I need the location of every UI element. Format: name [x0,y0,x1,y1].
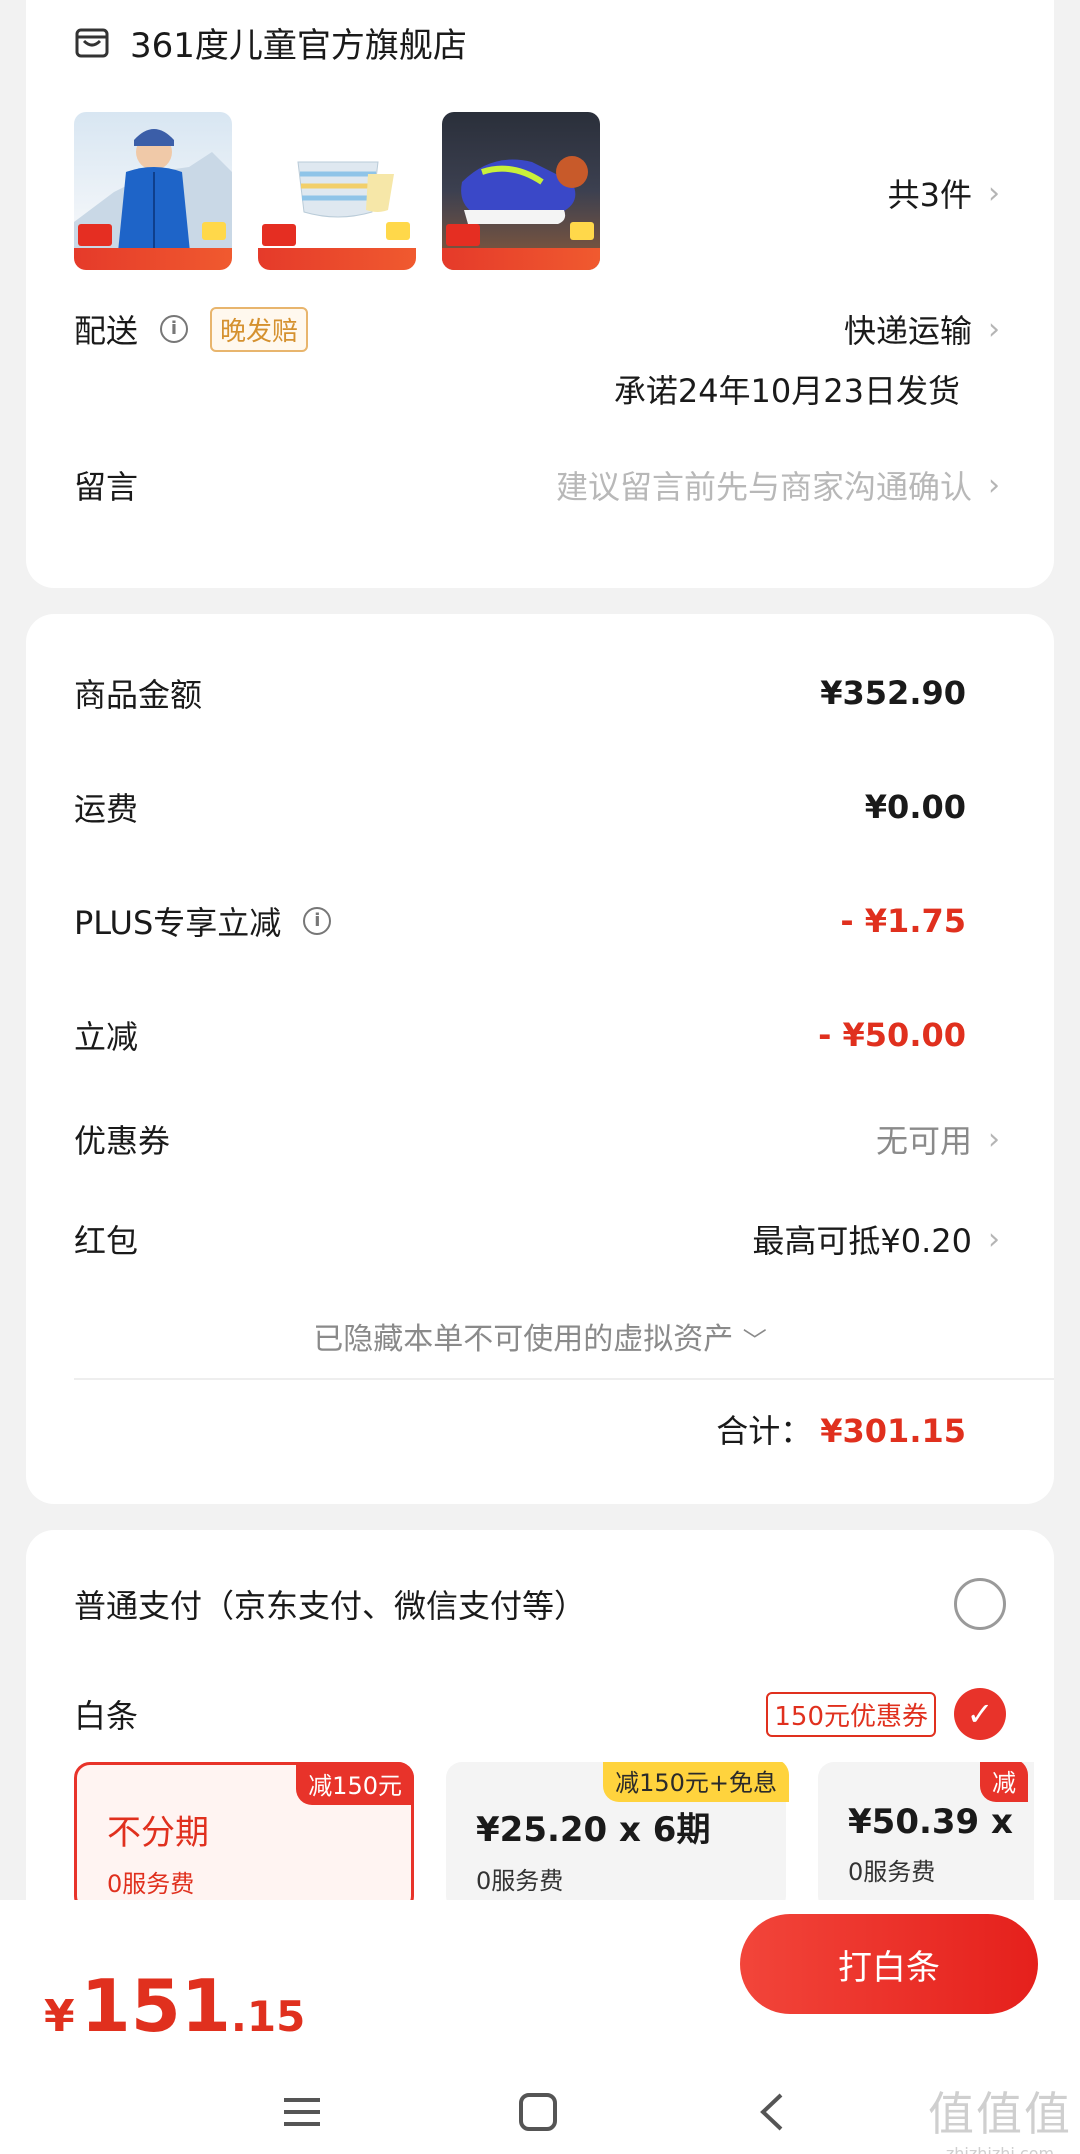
coupon-label: 优惠券 [74,1122,171,1160]
delivery-method[interactable]: 快递运输 › 承诺24年10月23日发货 [614,306,1000,412]
normal-payment-option[interactable]: 普通支付（京东支付、微信支付等） [74,1578,1006,1630]
instant-discount-row: 立减 - ¥50.00 [74,1012,966,1058]
plan-fee: 0服务费 [848,1858,936,1886]
red-packet-value: 最高可抵¥0.20 [752,1222,972,1260]
chevron-right-icon: › [988,467,1000,503]
goods-amount-value: ¥352.90 [820,674,966,712]
chevron-right-icon: › [988,311,1000,347]
price-decimal: .15 [230,1992,306,2041]
goods-amount-row: 商品金额 ¥352.90 [74,670,966,716]
delivery-promise: 承诺24年10月23日发货 [613,372,960,410]
price-integer: 151 [80,1964,231,2048]
hidden-assets-toggle[interactable]: 已隐藏本单不可使用的虚拟资产 ﹀ [26,1314,1054,1358]
hidden-assets-text: 已隐藏本单不可使用的虚拟资产 [313,1322,734,1357]
message-input[interactable]: 建议留言前先与商家沟通确认 › [556,462,1000,508]
plan-title: 不分期 [107,1813,209,1853]
watermark-site: zhizhizhi.com [945,2144,1055,2154]
installment-plans: 不分期 0服务费 减150元 ¥25.20 x 6期 0服务费 减150元+免息… [74,1762,1034,1922]
store-name: 361度儿童官方旗舰店 [130,26,467,66]
menu-icon[interactable] [272,2082,332,2142]
store-icon [75,28,109,57]
message-placeholder: 建议留言前先与商家沟通确认 [555,468,972,506]
plan-3-installments[interactable]: ¥50.39 x 0服务费 减 [818,1762,1034,1912]
store-header[interactable]: 361度儿童官方旗舰店 [74,18,467,67]
instant-discount-label: 立减 [74,1018,139,1056]
plan-title: ¥50.39 x [848,1802,1013,1842]
delivery-row-label: 配送 i 晚发赔 [74,306,309,352]
chevron-right-icon: › [988,1121,1000,1157]
normal-payment-label: 普通支付（京东支付、微信支付等） [74,1587,587,1625]
back-icon[interactable] [742,2082,802,2142]
baitiao-coupon-tag: 150元优惠券 [766,1691,936,1737]
late-delivery-tag: 晚发赔 [210,306,309,352]
plan-tag: 减150元 [296,1762,414,1805]
watermark: 值值值 zhizhizhi.com [928,2078,1072,2154]
chevron-down-icon: ﹀ [742,1327,767,1355]
pay-baitiao-button[interactable]: 打白条 [740,1914,1038,2014]
underwear-image [297,161,394,218]
radio-unchecked-icon[interactable] [954,1578,1006,1630]
coupon-value: 无可用 [875,1122,972,1160]
system-nav-bar [0,2066,1080,2154]
baitiao-payment-option[interactable]: 白条 150元优惠券 ✓ [74,1688,1006,1740]
checkout-bar: ¥ 151 .15 打白条 值值值 zhizhizhi.com [0,1900,1080,2154]
shipping-value: ¥0.00 [864,788,966,826]
payable-amount: ¥ 151 .15 [44,1964,305,2048]
currency-symbol: ¥ [44,1991,75,2042]
jacket-thumbnail[interactable] [74,112,232,270]
shipping-row: 运费 ¥0.00 [74,784,966,830]
order-summary-card: 商品金额 ¥352.90 运费 ¥0.00 PLUS专享立减 i - ¥1.75… [26,614,1054,1504]
watermark-logo: 值值值 [928,2087,1072,2141]
home-icon[interactable] [508,2082,568,2142]
instant-discount-value: - ¥50.00 [818,1016,966,1054]
chevron-right-icon: › [988,1221,1000,1257]
plan-tag: 减150元+免息 [603,1762,789,1802]
chevron-right-icon: › [988,175,1000,211]
plus-discount-label: PLUS专享立减 [74,904,282,942]
message-label: 留言 [74,468,139,506]
total-label: 合计： [716,1412,813,1450]
info-icon[interactable]: i [160,315,189,343]
jacket-image [74,129,232,252]
plan-title: ¥25.20 x 6期 [476,1810,711,1850]
divider [74,1378,1054,1380]
plus-discount-row: PLUS专享立减 i - ¥1.75 [74,898,966,944]
checkmark-icon[interactable]: ✓ [954,1688,1006,1740]
underwear-thumbnail[interactable] [258,112,416,270]
item-count[interactable]: 共3件 › [888,170,1000,216]
plus-discount-value: - ¥1.75 [840,902,966,940]
baitiao-label: 白条 [74,1697,139,1735]
info-icon[interactable]: i [303,907,332,935]
item-count-label: 共3件 [887,176,972,214]
goods-amount-label: 商品金额 [74,676,203,714]
store-card: 361度儿童官方旗舰店 共3件 › 配送 i 晚发赔 快递运输 › 承诺24年1… [26,0,1054,588]
plan-fee: 0服务费 [476,1867,564,1895]
sneaker-thumbnail[interactable] [442,112,600,270]
delivery-label: 配送 [74,312,139,350]
red-packet-row[interactable]: 红包 最高可抵¥0.20 › [74,1216,1000,1262]
plan-no-installment[interactable]: 不分期 0服务费 减150元 [74,1762,414,1912]
total-row: 合计： ¥301.15 [716,1406,966,1452]
total-value: ¥301.15 [820,1412,966,1450]
shipping-label: 运费 [74,790,139,828]
plan-fee: 0服务费 [107,1870,195,1898]
product-thumbnails[interactable] [74,112,600,270]
sneaker-image [461,156,588,224]
coupon-row[interactable]: 优惠券 无可用 › [74,1116,1000,1162]
delivery-method-value: 快递运输 [843,312,972,350]
red-packet-label: 红包 [74,1222,139,1260]
plan-tag: 减 [980,1762,1028,1802]
plan-6-installments[interactable]: ¥25.20 x 6期 0服务费 减150元+免息 [446,1762,789,1912]
